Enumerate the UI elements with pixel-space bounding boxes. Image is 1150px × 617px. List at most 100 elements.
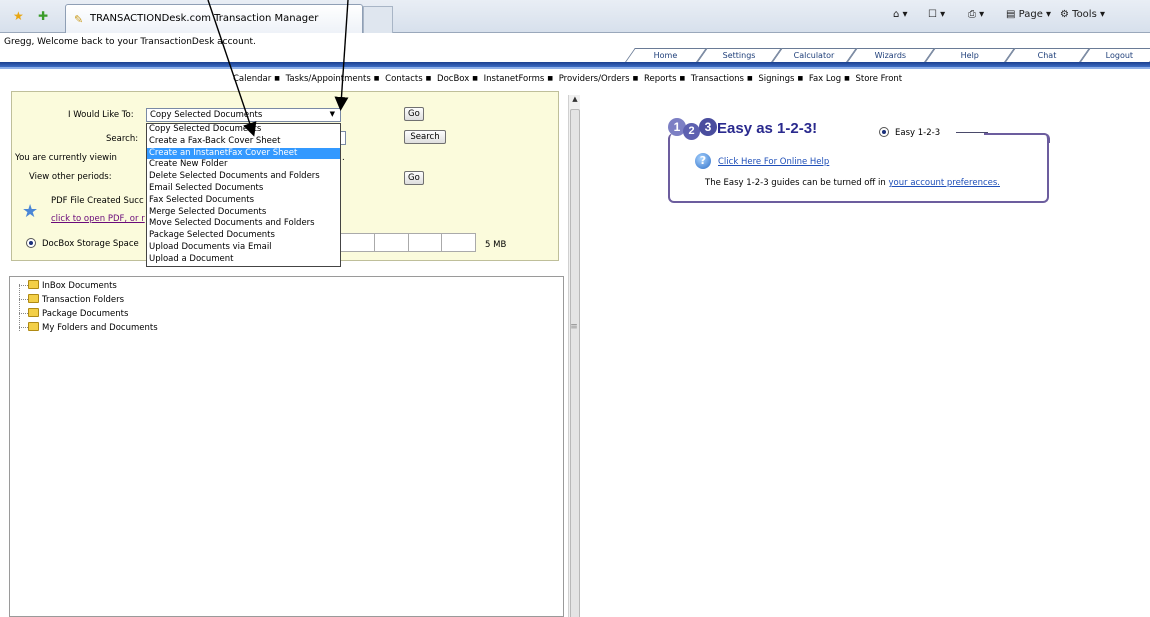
dropdown-option[interactable]: Copy Selected Documents [147,124,340,136]
scroll-thumb[interactable] [570,109,580,617]
link-faxlog[interactable]: Fax Log [809,74,841,84]
action-select[interactable]: Copy Selected Documents ▼ [146,108,341,122]
folder-icon [28,280,39,289]
easy-title: Easy as 1-2-3! [717,120,818,137]
tab-chat-label: Chat [1037,51,1057,60]
tab-settings-label: Settings [722,51,756,60]
easy-123-box-corner [984,133,1050,143]
step-two-icon: 2 [683,123,700,140]
link-separator: ■ [274,75,280,82]
tab-home[interactable]: Home [625,48,707,62]
welcome-message: Gregg, Welcome back to your TransactionD… [4,37,256,47]
dropdown-option[interactable]: Create a Fax-Back Cover Sheet [147,136,340,148]
go-button[interactable]: Go [404,107,424,121]
tree-item-transactions[interactable]: Transaction Folders [19,294,125,309]
dropdown-option[interactable]: Fax Selected Documents [147,195,340,207]
tree-item-my-folders[interactable]: My Folders and Documents [19,322,158,337]
browser-tab-bar: ★ ✚ ✎ TRANSACTIONDesk.com Transaction Ma… [0,0,1150,33]
link-tasks[interactable]: Tasks/Appointments [286,74,371,84]
browser-tab-active[interactable]: ✎ TRANSACTIONDesk.com Transaction Manage… [65,4,363,33]
page-menu[interactable]: ▤ Page ▾ [1006,9,1051,20]
easy-guide-sentence: The Easy 1-2-3 guides can be turned off … [705,178,889,188]
new-tab-button[interactable] [363,6,393,33]
tools-menu-label: Tools [1072,9,1097,20]
tab-settings[interactable]: Settings [697,48,782,62]
dropdown-option-highlighted[interactable]: Create an InstanetFax Cover Sheet [147,147,340,160]
page-root: ★ ✚ ✎ TRANSACTIONDesk.com Transaction Ma… [0,0,1150,617]
dropdown-option[interactable]: Create New Folder [147,159,340,171]
tab-logout-label: Logout [1105,51,1134,60]
add-favorites-icon[interactable]: ✚ [38,9,48,23]
easy-radio[interactable] [879,127,889,137]
link-separator: ■ [472,75,478,82]
tab-help-label: Help [960,51,979,60]
step-three-icon: 3 [699,118,717,136]
vertical-scrollbar[interactable]: ▲ [568,95,580,617]
link-contacts[interactable]: Contacts [385,74,423,84]
storage-label: DocBox Storage Space [42,239,139,249]
online-help-link[interactable]: Click Here For Online Help [718,157,829,167]
page-menu-label: Page [1018,9,1043,20]
home-icon[interactable]: ⌂ ▾ [893,9,908,20]
link-signings[interactable]: Signings [758,74,794,84]
scroll-up-icon[interactable]: ▲ [569,95,581,107]
tab-calculator-label: Calculator [793,51,835,60]
account-preferences-link[interactable]: your account preferences. [889,178,1001,188]
feeds-icon[interactable]: ☐ ▾ [928,9,945,20]
grip-icon: ≡ [570,322,578,332]
tab-logout[interactable]: Logout [1080,48,1150,62]
tab-calculator[interactable]: Calculator [772,48,857,62]
link-docbox[interactable]: DocBox [437,74,469,84]
tools-menu[interactable]: ⚙ Tools ▾ [1060,9,1105,20]
dropdown-option[interactable]: Move Selected Documents and Folders [147,218,340,230]
tree-item-inbox[interactable]: InBox Documents [19,280,117,295]
dropdown-option[interactable]: Upload Documents via Email [147,242,340,254]
dropdown-option[interactable]: Package Selected Documents [147,230,340,242]
link-reports[interactable]: Reports [644,74,677,84]
dropdown-option[interactable]: Merge Selected Documents [147,207,340,219]
storage-meter [340,233,476,252]
tab-chat[interactable]: Chat [1005,48,1090,62]
dropdown-option[interactable]: Email Selected Documents [147,183,340,195]
other-periods-label: View other periods: [29,172,112,182]
link-providers[interactable]: Providers/Orders [559,74,630,84]
pdf-created-label: PDF File Created Succ [51,196,144,206]
star-icon: ★ [22,201,39,222]
folder-icon [28,308,39,317]
favorites-star-icon[interactable]: ★ [13,9,24,23]
link-separator: ■ [632,75,639,82]
link-separator: ■ [746,75,753,82]
folder-icon [28,294,39,303]
search-button[interactable]: Search [404,130,446,144]
viewing-label: You are currently viewin [15,153,117,163]
pdf-open-link[interactable]: click to open PDF, or r [51,214,145,224]
tab-help[interactable]: Help [925,48,1015,62]
easy-connector-line [956,132,988,133]
link-transactions[interactable]: Transactions [691,74,744,84]
go-periods-button[interactable]: Go [404,171,424,185]
tree-item-label: My Folders and Documents [42,323,158,333]
dropdown-option[interactable]: Delete Selected Documents and Folders [147,171,340,183]
action-dropdown-list: Copy Selected Documents Create a Fax-Bac… [146,123,341,267]
search-label: Search: [106,134,139,144]
tree-item-packages[interactable]: Package Documents [19,308,128,323]
storage-radio[interactable] [26,238,36,248]
browser-tab-title: TRANSACTIONDesk.com Transaction Manager [90,13,319,24]
links-bar: Calendar ■ Tasks/Appointments ■ Contacts ■ … [0,73,1150,86]
dropdown-option[interactable]: Upload a Document [147,254,340,266]
link-storefront[interactable]: Store Front [855,74,902,84]
link-separator: ■ [425,75,432,82]
tab-home-label: Home [653,51,678,60]
print-icon[interactable]: ⎙ ▾ [968,9,984,20]
action-select-value: Copy Selected Documents [150,110,263,120]
easy-123-box [668,133,1049,203]
chevron-down-icon: ▼ [329,110,335,118]
link-separator: ■ [679,75,686,82]
would-like-label: I Would Like To: [68,110,134,120]
tree-item-label: Transaction Folders [42,295,125,305]
help-icon[interactable]: ? [695,153,711,169]
link-calendar[interactable]: Calendar [233,74,271,84]
easy-guide-text: The Easy 1-2-3 guides can be turned off … [705,178,1000,188]
tab-wizards[interactable]: Wizards [847,48,935,62]
link-instanetforms[interactable]: InstanetForms [484,74,545,84]
